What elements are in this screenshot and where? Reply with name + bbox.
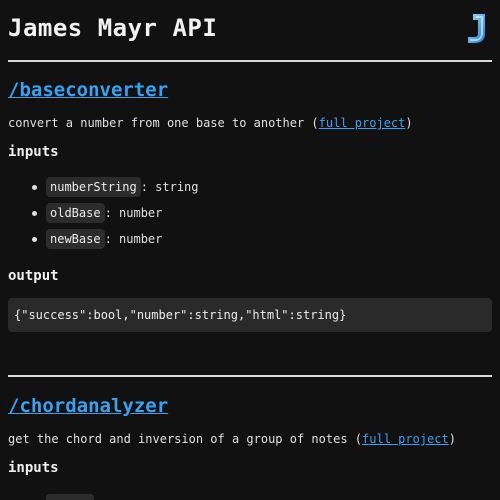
endpoint-description: convert a number from one base to anothe… — [8, 116, 492, 130]
page: James Mayr API /baseconverter convert a … — [0, 0, 500, 500]
full-project-link[interactable]: full project — [319, 116, 406, 130]
param-name: newBase — [46, 229, 105, 249]
list-item: newBase: number — [32, 226, 492, 252]
output-heading: output — [8, 268, 59, 284]
description-close: ) — [405, 116, 413, 130]
endpoint-description: get the chord and inversion of a group o… — [8, 432, 492, 446]
inputs-list: numberString: string oldBase: number new… — [8, 174, 492, 252]
param-type: : number — [104, 206, 163, 220]
list-item — [36, 490, 492, 500]
endpoint-link-baseconverter[interactable]: /baseconverter — [8, 79, 492, 101]
description-text: get the chord and inversion of a group o… — [8, 432, 363, 446]
endpoint-section-chordanalyzer: /chordanalyzer get the chord and inversi… — [8, 395, 492, 500]
site-title: James Mayr API — [8, 14, 218, 42]
output-code-block: {"success":bool,"number":string,"html":s… — [8, 298, 492, 332]
endpoint-section-baseconverter: /baseconverter convert a number from one… — [8, 79, 492, 332]
header-divider — [8, 60, 492, 62]
inputs-list — [8, 490, 492, 500]
inputs-heading: inputs — [8, 460, 59, 476]
full-project-link[interactable]: full project — [362, 432, 449, 446]
param-name-partial — [46, 494, 94, 500]
j-logo-icon[interactable] — [464, 12, 488, 44]
endpoint-link-chordanalyzer[interactable]: /chordanalyzer — [8, 395, 492, 417]
inputs-heading: inputs — [8, 144, 59, 160]
description-close: ) — [448, 432, 456, 446]
param-type: : number — [104, 232, 163, 246]
param-name: oldBase — [46, 203, 105, 223]
section-divider — [8, 375, 492, 377]
param-name: numberString — [46, 177, 141, 197]
header: James Mayr API — [8, 12, 492, 44]
list-item: oldBase: number — [32, 200, 492, 226]
param-type: : string — [140, 180, 199, 194]
list-item: numberString: string — [32, 174, 492, 200]
description-text: convert a number from one base to anothe… — [8, 116, 319, 130]
